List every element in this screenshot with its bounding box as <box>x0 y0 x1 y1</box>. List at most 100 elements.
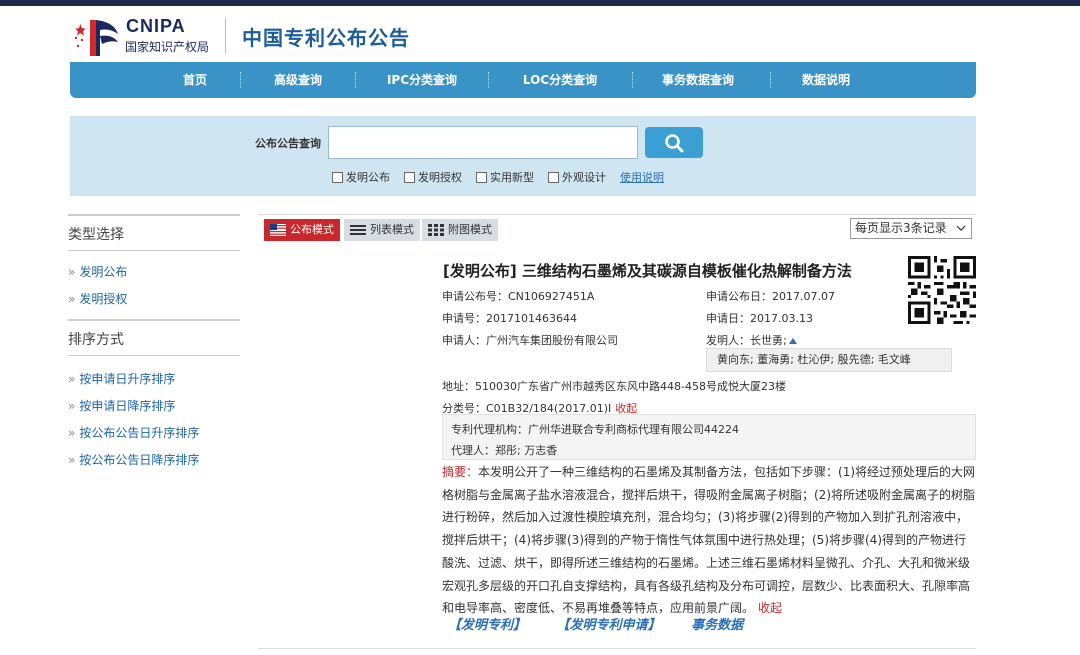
sort-pub-date-desc[interactable]: » 按公布公告日降序排序 <box>68 447 240 474</box>
view-toolbar: 公布模式 列表模式 附图模式 每页显示3条记录 <box>258 214 976 242</box>
sidebar-item-invention-grant[interactable]: » 发明授权 <box>68 286 240 313</box>
field-value: CN106927451A <box>508 290 595 303</box>
field-label: 申请日： <box>706 312 750 325</box>
nav-separator <box>355 72 356 88</box>
raquo-icon: » <box>68 399 76 413</box>
pub-no-field: 申请公布号：CN106927451A <box>442 288 594 304</box>
filter-invention-grant[interactable]: 发明授权 <box>404 169 462 185</box>
nav-data-description[interactable]: 数据说明 <box>788 62 864 98</box>
nav-separator <box>240 72 241 88</box>
search-panel: 公布公告查询 发明公布 发明授权 实用新型 外观设计 使用说明 <box>70 116 976 196</box>
sort-pub-date-asc[interactable]: » 按公布公告日升序排序 <box>68 420 240 447</box>
filter-invention-publication[interactable]: 发明公布 <box>332 169 390 185</box>
mode-list-button[interactable]: 列表模式 <box>344 219 420 241</box>
field-label: 专利代理机构： <box>451 423 528 436</box>
header-divider <box>225 18 226 54</box>
checkbox[interactable] <box>548 171 559 183</box>
record-links: 【发明专利】 【发明专利申请】 事务数据 <box>448 614 769 633</box>
field-value: 广州汽车集团股份有限公司 <box>486 334 618 347</box>
nav-separator <box>770 72 771 88</box>
invention-application-link[interactable]: 【发明专利申请】 <box>557 618 661 633</box>
mode-label: 公布模式 <box>290 223 334 236</box>
search-icon <box>665 133 684 152</box>
sort-app-date-desc[interactable]: » 按申请日降序排序 <box>68 393 240 420</box>
field-value: 广州华进联合专利商标代理有限公司44224 <box>528 423 739 436</box>
type-section-title: 类型选择 <box>68 214 240 251</box>
logo-emblem-icon <box>74 20 118 56</box>
search-input[interactable] <box>328 126 638 159</box>
sort-section: 排序方式 » 按申请日升序排序 » 按申请日降序排序 » 按公布公告日升序排序 » 按公… <box>68 319 240 474</box>
address-field: 地址：510030广东省广州市越秀区东风中路448-458号成悦大厦23楼 <box>442 378 786 394</box>
mode-publication-button[interactable]: 公布模式 <box>264 219 340 241</box>
filter-utility-model[interactable]: 实用新型 <box>476 169 534 185</box>
field-label: 申请号： <box>442 312 486 325</box>
cnipa-logo[interactable]: CNIPA 国家知识产权局 <box>70 14 220 58</box>
field-label: 地址： <box>442 380 475 393</box>
header: CNIPA 国家知识产权局 中国专利公布公告 <box>0 6 1080 62</box>
sidebar-item-label: 发明公布 <box>79 265 128 279</box>
field-value: 长世勇; <box>750 334 787 347</box>
list-icon <box>350 225 366 235</box>
abstract-text: 本发明公开了一种三维结构的石墨烯及其制备方法，包括如下步骤：(1)将经过预处理后… <box>442 465 976 616</box>
search-button[interactable] <box>645 127 703 158</box>
site-title: 中国专利公布公告 <box>242 26 410 50</box>
app-no-field: 申请号：2017101463644 <box>442 310 577 326</box>
nav-transaction-search[interactable]: 事务数据查询 <box>650 62 746 98</box>
sidebar-item-label: 按申请日升序排序 <box>79 372 176 386</box>
sidebar-item-label: 按公布公告日降序排序 <box>79 453 200 467</box>
qr-code <box>908 256 976 324</box>
filter-design[interactable]: 外观设计 <box>548 169 606 185</box>
invention-patent-link[interactable]: 【发明专利】 <box>448 618 526 633</box>
nav-loc-search[interactable]: LOC分类查询 <box>510 62 610 98</box>
grid-icon <box>428 224 444 236</box>
flag-icon <box>270 224 286 236</box>
help-link[interactable]: 使用说明 <box>620 169 664 185</box>
field-value: 510030广东省广州市越秀区东风中路448-458号成悦大厦23楼 <box>475 380 786 393</box>
field-value: 2017.03.13 <box>750 312 813 325</box>
filter-label: 外观设计 <box>562 171 606 184</box>
type-section: 类型选择 » 发明公布 » 发明授权 <box>68 214 240 313</box>
nav-ipc-search[interactable]: IPC分类查询 <box>374 62 470 98</box>
checkbox[interactable] <box>404 171 415 183</box>
raquo-icon: » <box>68 426 76 440</box>
logo-text-en: CNIPA <box>126 16 186 36</box>
raquo-icon: » <box>68 265 76 279</box>
mode-figure-button[interactable]: 附图模式 <box>422 219 498 241</box>
nav-advanced-search[interactable]: 高级查询 <box>258 62 338 98</box>
search-label: 公布公告查询 <box>255 137 321 150</box>
raquo-icon: » <box>68 292 76 306</box>
app-date-field: 申请日：2017.03.13 <box>706 310 813 326</box>
main-nav: 首页 高级查询 IPC分类查询 LOC分类查询 事务数据查询 数据说明 <box>70 62 976 98</box>
sort-section-title: 排序方式 <box>68 319 240 356</box>
nav-home[interactable]: 首页 <box>165 62 225 98</box>
field-label: 代理人： <box>451 444 495 457</box>
inventor-field: 发明人：长世勇; <box>706 332 797 348</box>
field-value: 2017101463644 <box>486 312 577 325</box>
abstract-label: 摘要： <box>442 465 479 479</box>
per-page-value: 每页显示3条记录 <box>855 221 947 235</box>
applicant-field: 申请人：广州汽车集团股份有限公司 <box>442 332 618 348</box>
nav-separator <box>632 72 633 88</box>
logo-text-cn: 国家知识产权局 <box>125 40 210 54</box>
chevron-down-icon <box>956 225 966 231</box>
mode-label: 列表模式 <box>370 223 414 236</box>
search-filters: 发明公布 发明授权 实用新型 外观设计 使用说明 <box>332 169 664 185</box>
checkbox[interactable] <box>476 171 487 183</box>
field-label: 申请公布号： <box>442 290 508 303</box>
sidebar-item-label: 按申请日降序排序 <box>79 399 176 413</box>
triangle-up-icon[interactable] <box>788 338 797 344</box>
mode-label: 附图模式 <box>448 223 492 236</box>
raquo-icon: » <box>68 453 76 467</box>
per-page-select[interactable]: 每页显示3条记录 <box>850 218 972 239</box>
record-title[interactable]: [发明公布] 三维结构石墨烯及其碳源自模板催化热解制备方法 <box>443 260 852 281</box>
checkbox[interactable] <box>332 171 343 183</box>
abstract: 摘要：本发明公开了一种三维结构的石墨烯及其制备方法，包括如下步骤：(1)将经过预… <box>442 461 976 620</box>
field-value: 郑彤; 万志香 <box>495 444 558 457</box>
agency-box: 专利代理机构：广州华进联合专利商标代理有限公司44224 代理人：郑彤; 万志香 <box>442 414 976 460</box>
sort-app-date-asc[interactable]: » 按申请日升序排序 <box>68 366 240 393</box>
sidebar-item-invention-publication[interactable]: » 发明公布 <box>68 259 240 286</box>
nav-separator <box>488 72 489 88</box>
agent-field: 代理人：郑彤; 万志香 <box>451 442 557 458</box>
agency-field: 专利代理机构：广州华进联合专利商标代理有限公司44224 <box>451 421 739 437</box>
transaction-data-link[interactable]: 事务数据 <box>691 618 743 633</box>
